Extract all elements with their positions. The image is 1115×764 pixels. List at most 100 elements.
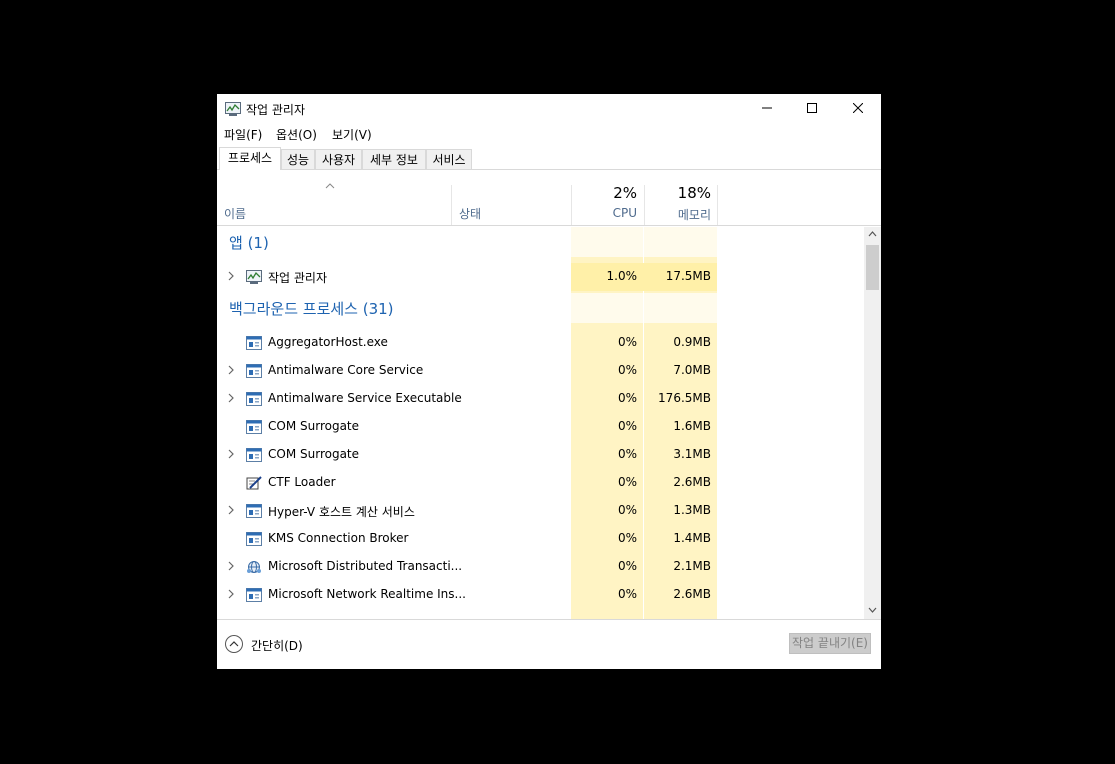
footer-bar: 간단히(D) 작업 끝내기(E) — [217, 619, 881, 669]
process-row[interactable]: CTF Loader 0% 2.6MB — [217, 469, 864, 497]
process-memory: 17.5MB — [665, 269, 711, 283]
process-cpu: 0% — [617, 587, 637, 601]
scroll-up-icon[interactable] — [868, 231, 877, 237]
process-name: Microsoft Distributed Transacti... — [268, 559, 463, 573]
scrollbar-thumb[interactable] — [866, 245, 879, 290]
tab-users[interactable]: 사용자 — [315, 149, 362, 169]
process-cpu: 0% — [617, 363, 637, 377]
scroll-down-icon[interactable] — [868, 607, 877, 613]
task-manager-icon — [246, 270, 262, 284]
process-name: AggregatorHost.exe — [268, 335, 388, 349]
process-memory: 1.4MB — [673, 531, 711, 545]
column-header: 이름 상태 2% CPU 18% 메모리 — [217, 183, 881, 226]
network-globe-icon — [247, 561, 261, 573]
process-cpu: 0% — [617, 391, 637, 405]
maximize-button[interactable] — [789, 94, 835, 122]
window-title: 작업 관리자 — [246, 103, 306, 117]
menu-options[interactable]: 옵션(O) — [276, 126, 317, 143]
process-window-icon — [246, 448, 262, 462]
column-name[interactable]: 이름 — [224, 205, 246, 222]
process-window-icon — [246, 504, 262, 518]
chevron-right-icon[interactable] — [226, 448, 236, 460]
chevron-right-icon[interactable] — [226, 560, 236, 572]
memory-total-percent[interactable]: 18% — [644, 184, 711, 202]
process-row[interactable]: AggregatorHost.exe 0% 0.9MB — [217, 329, 864, 357]
chevron-right-icon[interactable] — [226, 504, 236, 516]
process-name: Hyper-V 호스트 계산 서비스 — [268, 505, 415, 519]
close-icon — [853, 103, 863, 113]
process-row[interactable]: Microsoft Distributed Transacti... 0% 2.1M… — [217, 553, 864, 581]
minimize-button[interactable] — [744, 94, 790, 122]
column-memory[interactable]: 메모리 — [644, 206, 711, 223]
chevron-right-icon[interactable] — [226, 392, 236, 404]
process-cpu: 0% — [617, 335, 637, 349]
column-status[interactable]: 상태 — [459, 205, 481, 222]
chevron-right-icon[interactable] — [226, 270, 236, 282]
tab-services[interactable]: 서비스 — [426, 149, 472, 169]
tab-processes[interactable]: 프로세스 — [219, 147, 281, 170]
process-window-icon — [246, 392, 262, 406]
process-memory: 2.6MB — [673, 587, 711, 601]
process-cpu: 0% — [617, 475, 637, 489]
process-memory: 0.9MB — [673, 335, 711, 349]
process-cpu: 1.0% — [606, 269, 638, 283]
process-window-icon — [246, 420, 262, 434]
process-cpu: 0% — [617, 531, 637, 545]
column-cpu[interactable]: CPU — [571, 206, 637, 220]
process-memory: 3.1MB — [673, 447, 711, 461]
process-memory: 1.3MB — [673, 503, 711, 517]
process-row[interactable]: KMS Connection Broker 0% 1.4MB — [217, 525, 864, 553]
group-background-title: 백그라운드 프로세스 (31) — [229, 300, 394, 318]
process-cpu: 0% — [617, 559, 637, 573]
cpu-total-percent[interactable]: 2% — [571, 184, 637, 202]
process-window-icon — [246, 588, 262, 602]
tab-performance[interactable]: 성능 — [281, 149, 315, 169]
process-row[interactable]: COM Surrogate 0% 3.1MB — [217, 441, 864, 469]
title-bar[interactable]: 작업 관리자 — [217, 94, 881, 122]
tab-details[interactable]: 세부 정보 — [362, 149, 426, 169]
process-name: 작업 관리자 — [268, 271, 328, 285]
process-memory: 176.5MB — [658, 391, 711, 405]
process-list: 앱 (1) 작업 관리자 1.0% 17.5MB 백그라운드 프로세스 (31)… — [217, 227, 864, 619]
process-cpu: 0% — [617, 503, 637, 517]
fewer-details-button[interactable] — [225, 635, 243, 653]
process-row[interactable]: Antimalware Service Executable 0% 176.5MB — [217, 385, 864, 413]
maximize-icon — [807, 103, 817, 113]
group-apps-title: 앱 (1) — [229, 234, 269, 252]
process-memory: 2.6MB — [673, 475, 711, 489]
process-name: KMS Connection Broker — [268, 531, 409, 545]
process-row[interactable]: Antimalware Core Service 0% 7.0MB — [217, 357, 864, 385]
sort-up-icon — [325, 183, 335, 189]
process-name: Antimalware Service Executable — [268, 391, 462, 405]
menu-file[interactable]: 파일(F) — [224, 126, 262, 143]
vertical-scrollbar[interactable] — [864, 227, 881, 619]
minimize-icon — [762, 107, 772, 109]
process-row[interactable]: Microsoft Network Realtime Ins... 0% 2.6MB — [217, 581, 864, 609]
process-cpu: 0% — [617, 447, 637, 461]
process-memory: 1.6MB — [673, 419, 711, 433]
chevron-right-icon[interactable] — [226, 588, 236, 600]
task-manager-window: 작업 관리자 파일(F) 옵션(O) 보기(V) 프로세스 성능 사용자 세부 … — [217, 94, 881, 669]
process-row[interactable]: 작업 관리자 1.0% 17.5MB — [217, 263, 864, 291]
process-name: Antimalware Core Service — [268, 363, 424, 377]
process-name: COM Surrogate — [268, 419, 360, 433]
tab-bar: 프로세스 성능 사용자 세부 정보 서비스 — [217, 147, 881, 170]
process-memory: 7.0MB — [673, 363, 711, 377]
close-button[interactable] — [835, 94, 881, 122]
menu-view[interactable]: 보기(V) — [332, 126, 372, 143]
process-window-icon — [246, 336, 262, 350]
process-window-icon — [246, 364, 262, 378]
process-name: Microsoft Network Realtime Ins... — [268, 587, 466, 601]
fewer-details-label[interactable]: 간단히(D) — [251, 637, 303, 654]
process-cpu: 0% — [617, 419, 637, 433]
process-row[interactable]: Hyper-V 호스트 계산 서비스 0% 1.3MB — [217, 497, 864, 525]
process-row[interactable]: COM Surrogate 0% 1.6MB — [217, 413, 864, 441]
end-task-button[interactable]: 작업 끝내기(E) — [789, 633, 871, 654]
chevron-up-icon — [229, 641, 239, 647]
process-name: COM Surrogate — [268, 447, 360, 461]
chevron-right-icon[interactable] — [226, 364, 236, 376]
task-manager-icon — [225, 102, 241, 116]
process-memory: 2.1MB — [673, 559, 711, 573]
process-name: CTF Loader — [268, 475, 336, 489]
pen-paper-icon — [246, 476, 262, 490]
